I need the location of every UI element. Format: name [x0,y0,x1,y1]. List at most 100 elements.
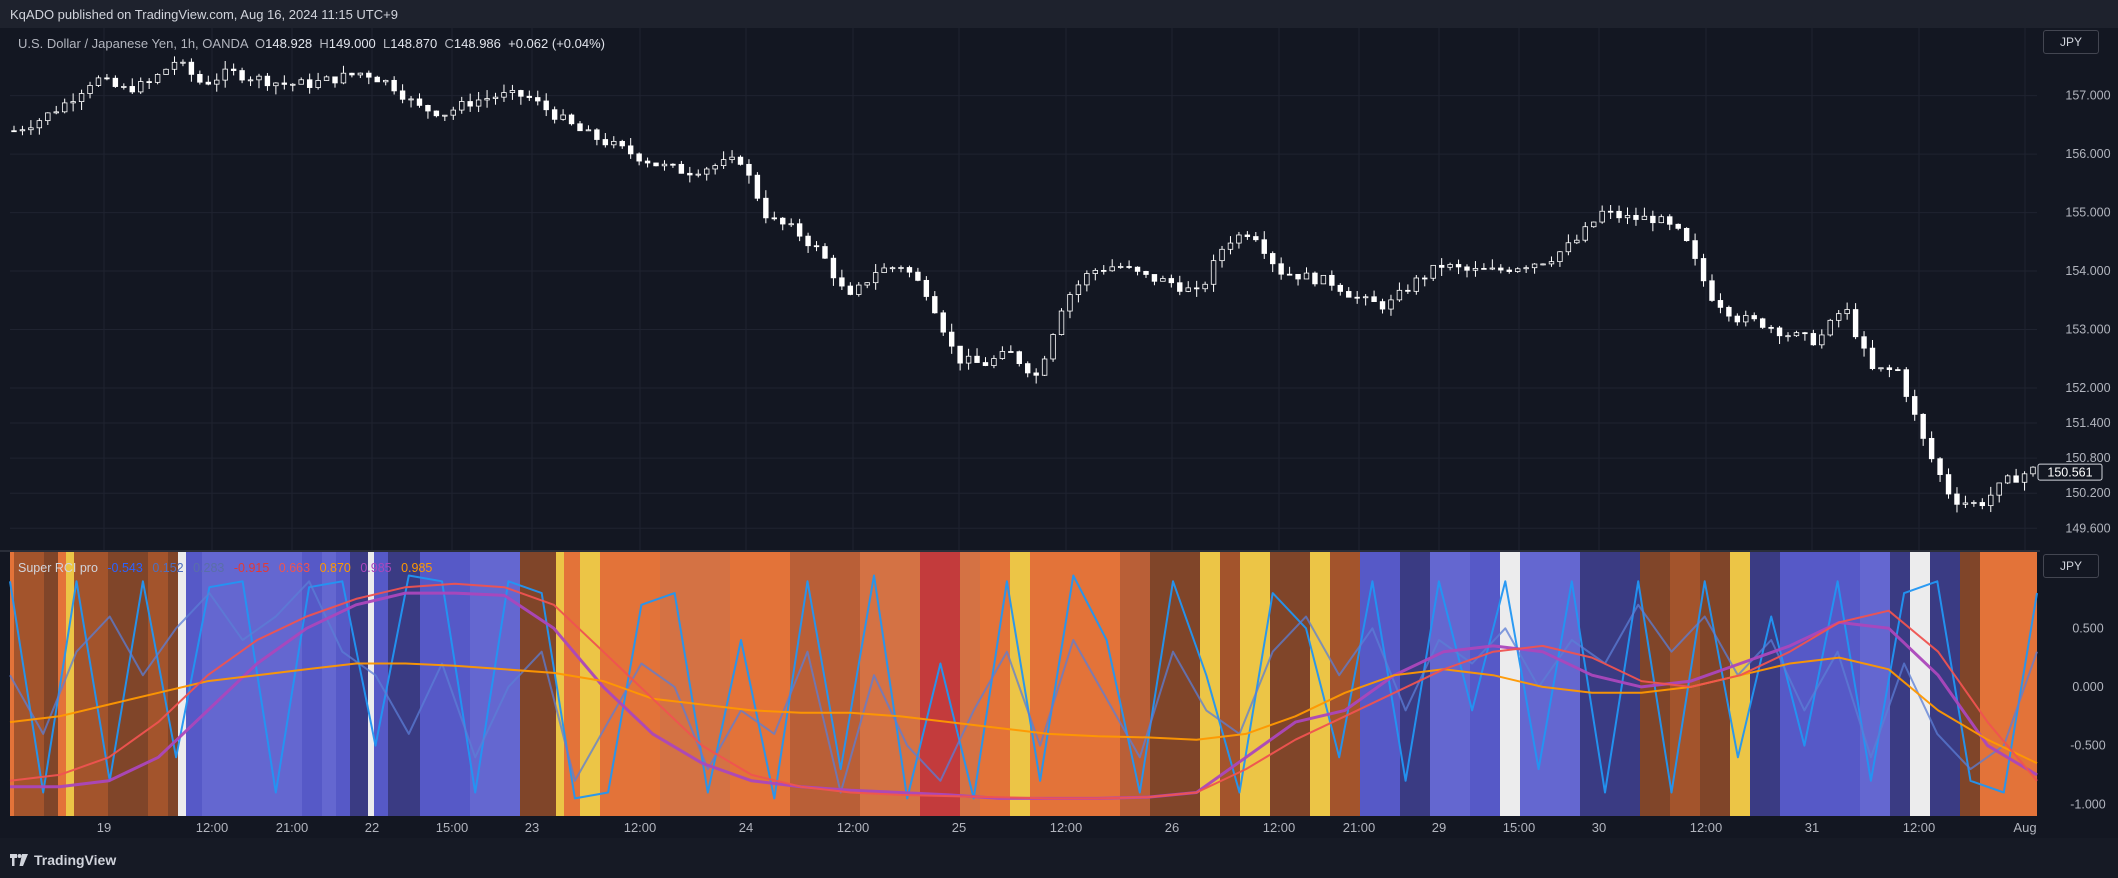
candle-body [146,81,152,83]
last-price-label: 150.561 [2047,466,2092,480]
price-axis-label: 154.000 [2065,264,2110,278]
indicator-band [920,552,960,816]
price-currency-badge[interactable]: JPY [2043,30,2099,54]
candle-body [484,98,490,101]
currency-label: JPY [2059,35,2082,49]
candle-body [881,267,887,273]
candle-body [1075,284,1082,295]
candle-body [357,72,364,76]
time-axis-label: 31 [1805,820,1819,835]
candle-body [416,98,423,106]
candle-body [627,145,634,155]
indicator-value: 0.663 [278,561,311,575]
candle-body [1472,268,1479,271]
candle-body [822,246,828,259]
low-value: 148.870 [390,36,438,51]
price-axis-label: 155.000 [2065,206,2110,220]
indicator-band [1330,552,1360,816]
candle-body [1633,214,1639,220]
candle-body [923,279,930,297]
candle-body [560,114,566,120]
candle-body [1481,268,1487,270]
candle-body [197,73,203,83]
candle-body [2021,473,2028,483]
indicator-axis-label: 0.000 [2072,680,2103,694]
candle-body [340,72,347,84]
candle-body [467,101,473,107]
candle-body [1464,266,1470,271]
candle-body [1802,332,1808,335]
time-axis-label: Aug [2013,820,2036,835]
candle-body [771,217,777,220]
candle-body [1607,210,1614,213]
price-axis-label: 151.400 [2065,416,2110,430]
candle-body [551,109,558,120]
candle-body [889,267,896,270]
candle-body [1210,260,1217,285]
candle-body [112,77,119,87]
candle-body [999,351,1006,359]
candle-body [1709,280,1715,301]
indicator-currency-badge[interactable]: JPY [2043,554,2099,578]
candle-body [1751,315,1757,320]
candle-body [70,101,76,104]
candle-body [805,235,811,247]
candle-body [991,358,997,366]
candle-body [915,271,921,281]
candle-body [932,296,938,314]
candle-body [1455,264,1462,268]
candle-body [965,355,972,364]
candle-body [442,114,448,117]
candle-body [1574,239,1580,244]
candle-body [61,102,68,113]
time-axis-label: 12:00 [1050,820,1083,835]
candle-body [1683,227,1690,242]
indicator-band [178,552,186,816]
candle-body [568,114,575,125]
candle-body [948,331,955,347]
candle-body [830,257,837,279]
candle-body [1954,493,1960,505]
candle-body [239,70,245,81]
candle-body [323,76,330,81]
indicator-band [1030,552,1120,816]
time-axis-label: 30 [1592,820,1606,835]
tradingview-brand: TradingView [34,852,117,868]
candle-body [129,86,135,93]
indicator-band [202,552,302,816]
indicator-band [1980,552,2037,816]
candle-body [1836,313,1842,321]
candle-body [382,79,389,83]
candle-body [1886,367,1893,370]
candle-body [1286,273,1293,276]
candle-body [171,61,178,70]
indicator-legend[interactable]: Super RCI pro -0.543 0.152 0.283 -0.915 … [18,561,438,575]
candle-body [1092,270,1099,274]
candle-body [1379,301,1386,310]
candle-body [87,85,93,94]
time-axis-label: 29 [1432,820,1446,835]
chart-canvas[interactable]: 157.000 156.000 155.000 154.000 153.000 152.0… [0,28,2118,838]
candle-body [1895,369,1901,371]
candle-body [1041,358,1048,376]
close-value: 148.986 [453,36,501,51]
indicator-value: -0.543 [107,561,143,575]
indicator-axis-label: -0.500 [2070,739,2105,753]
candle-body [1557,251,1563,263]
chart-frame[interactable]: 157.000 156.000 155.000 154.000 153.000 152.0… [0,28,2118,838]
price-axis-label: 156.000 [2065,147,2110,161]
time-axis-label: 12:00 [837,820,870,835]
indicator-band [580,552,600,816]
candle-body [78,93,85,103]
candle-body [602,139,609,146]
candle-body [636,153,642,162]
candle-body [425,105,431,112]
time-axis-label: 12:00 [196,820,229,835]
indicator-band [1270,552,1310,816]
candle-body [475,99,482,107]
candle-body [518,90,524,97]
candle-body [754,174,761,199]
tradingview-logo[interactable]: TradingView [10,852,116,868]
candle-body [1101,270,1107,272]
candle-body [332,76,338,84]
